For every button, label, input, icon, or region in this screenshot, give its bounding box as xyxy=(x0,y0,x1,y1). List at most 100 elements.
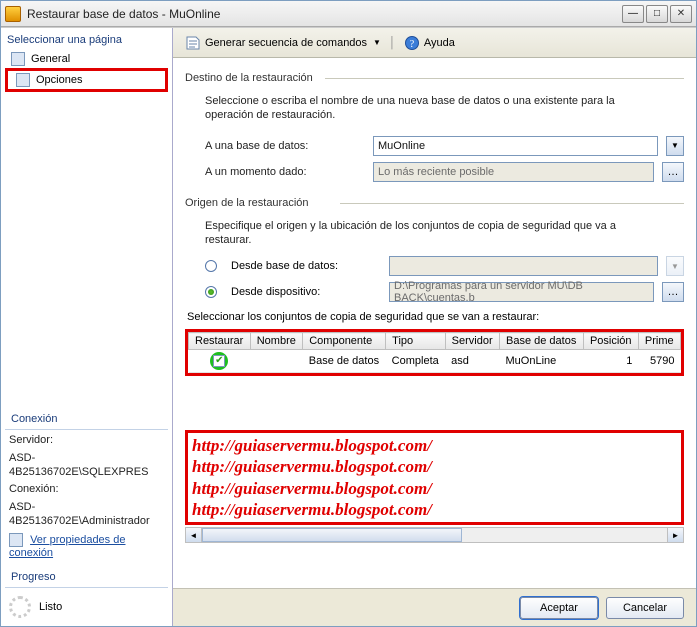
highlight-opciones: Opciones xyxy=(5,68,168,92)
sidebar-header: Seleccionar una página xyxy=(1,30,172,50)
col-restaurar[interactable]: Restaurar xyxy=(189,333,251,350)
to-database-dropdown-button[interactable]: ▼ xyxy=(666,136,684,156)
dropdown-arrow-icon: ▼ xyxy=(373,38,381,47)
help-button[interactable]: ? Ayuda xyxy=(400,33,459,53)
sidebar-item-general[interactable]: General xyxy=(1,50,172,68)
col-prime[interactable]: Prime xyxy=(638,333,680,350)
to-database-row: A una base de datos: MuOnline ▼ xyxy=(185,133,684,159)
progress-spinner-icon xyxy=(9,596,31,618)
chevron-down-icon: ▼ xyxy=(671,141,679,150)
watermark-line: http://guiaservermu.blogspot.com/ xyxy=(192,499,677,520)
col-servidor[interactable]: Servidor xyxy=(445,333,499,350)
content-area: Destino de la restauración Seleccione o … xyxy=(173,58,696,588)
cell-posicion: 1 xyxy=(583,350,638,373)
from-device-label: Desde dispositivo: xyxy=(231,286,381,298)
close-button[interactable]: ✕ xyxy=(670,5,692,23)
sidebar-item-label: General xyxy=(31,53,70,65)
cancel-button[interactable]: Cancelar xyxy=(606,597,684,619)
backup-sets-label: Seleccionar los conjuntos de copia de se… xyxy=(185,305,684,327)
scroll-thumb[interactable] xyxy=(202,528,462,542)
to-database-combo[interactable]: MuOnline xyxy=(373,136,658,156)
sidebar-item-opciones[interactable]: Opciones xyxy=(12,71,161,89)
col-posicion[interactable]: Posición xyxy=(583,333,638,350)
from-device-radio[interactable] xyxy=(205,286,217,298)
connection-props-row: Ver propiedades de conexión xyxy=(1,531,172,563)
script-icon xyxy=(185,35,201,51)
from-device-browse-button[interactable]: … xyxy=(662,282,684,302)
cell-bd: MuOnLine xyxy=(500,350,584,373)
cell-componente: Base de datos xyxy=(303,350,386,373)
watermark-annotation: http://guiaservermu.blogspot.com/ http:/… xyxy=(185,430,684,525)
progress-section-title: Progreso xyxy=(5,567,168,588)
cell-servidor: asd xyxy=(445,350,499,373)
destination-group-title: Destino de la restauración xyxy=(185,72,684,84)
cell-prime: 5790 xyxy=(638,350,680,373)
from-database-row: Desde base de datos: ▼ xyxy=(185,253,684,279)
from-device-value: D:\Programas para un servidor MU\DB BACK… xyxy=(394,280,649,304)
backup-sets-table: Restaurar Nombre Componente Tipo Servido… xyxy=(188,332,681,373)
from-device-field: D:\Programas para un servidor MU\DB BACK… xyxy=(389,282,654,302)
col-componente[interactable]: Componente xyxy=(303,333,386,350)
script-button[interactable]: Generar secuencia de comandos ▼ xyxy=(181,33,385,53)
col-basedatos[interactable]: Base de datos xyxy=(500,333,584,350)
server-label: Servidor: xyxy=(1,432,172,450)
col-nombre[interactable]: Nombre xyxy=(250,333,303,350)
point-in-time-browse-button[interactable]: … xyxy=(662,162,684,182)
watermark-line: http://guiaservermu.blogspot.com/ xyxy=(192,456,677,477)
properties-icon xyxy=(9,533,23,547)
sidebar-spacer xyxy=(1,92,172,405)
point-in-time-value: Lo más reciente posible xyxy=(378,166,494,178)
backup-sets-table-highlight: Restaurar Nombre Componente Tipo Servido… xyxy=(185,329,684,376)
minimize-button[interactable]: — xyxy=(622,5,644,23)
help-icon: ? xyxy=(404,35,420,51)
page-icon xyxy=(16,73,30,87)
from-database-label: Desde base de datos: xyxy=(231,260,381,272)
source-desc: Especifique el origen y la ubicación de … xyxy=(185,215,684,254)
horizontal-scrollbar[interactable]: ◄ ► xyxy=(185,527,684,543)
from-database-radio[interactable] xyxy=(205,260,217,272)
view-connection-properties-link[interactable]: Ver propiedades de conexión xyxy=(9,534,125,560)
cancel-label: Cancelar xyxy=(623,602,667,614)
maximize-button[interactable]: □ xyxy=(646,5,668,23)
window-title: Restaurar base de datos - MuOnline xyxy=(27,7,622,21)
to-database-label: A una base de datos: xyxy=(205,140,365,152)
restore-checkbox[interactable] xyxy=(213,355,225,367)
scroll-track[interactable] xyxy=(202,528,667,542)
connection-section-title: Conexión xyxy=(5,409,168,430)
svg-text:?: ? xyxy=(410,39,415,50)
watermark-line: http://guiaservermu.blogspot.com/ xyxy=(192,478,677,499)
ok-button[interactable]: Aceptar xyxy=(520,597,598,619)
main-pane: Generar secuencia de comandos ▼ │ ? Ayud… xyxy=(173,28,696,626)
titlebar: Restaurar base de datos - MuOnline — □ ✕ xyxy=(1,1,696,27)
script-label: Generar secuencia de comandos xyxy=(205,37,367,49)
server-value: ASD-4B25136702E\SQLEXPRES xyxy=(1,450,172,482)
scroll-right-button[interactable]: ► xyxy=(667,528,683,542)
chevron-down-icon: ▼ xyxy=(671,262,679,271)
connection-label: Conexión: xyxy=(1,481,172,499)
point-in-time-row: A un momento dado: Lo más reciente posib… xyxy=(185,159,684,185)
dialog-body: Seleccionar una página General Opciones … xyxy=(1,27,696,626)
connection-value: ASD-4B25136702E\Administrador xyxy=(1,499,172,531)
table-header-row: Restaurar Nombre Componente Tipo Servido… xyxy=(189,333,681,350)
sidebar-item-label: Opciones xyxy=(36,74,82,86)
col-tipo[interactable]: Tipo xyxy=(386,333,446,350)
from-database-dropdown-button: ▼ xyxy=(666,256,684,276)
toolbar: Generar secuencia de comandos ▼ │ ? Ayud… xyxy=(173,28,696,58)
chevron-right-icon: ► xyxy=(672,531,680,540)
table-row[interactable]: Base de datos Completa asd MuOnLine 1 57… xyxy=(189,350,681,373)
ellipsis-icon: … xyxy=(668,166,679,178)
from-device-row: Desde dispositivo: D:\Programas para un … xyxy=(185,279,684,305)
source-group-title: Origen de la restauración xyxy=(185,197,684,209)
destination-desc: Seleccione o escriba el nombre de una nu… xyxy=(185,90,684,133)
point-in-time-field: Lo más reciente posible xyxy=(373,162,654,182)
app-icon xyxy=(5,6,21,22)
progress-row: Listo xyxy=(1,590,172,624)
watermark-line: http://guiaservermu.blogspot.com/ xyxy=(192,435,677,456)
page-icon xyxy=(11,52,25,66)
cell-restore-checkbox xyxy=(189,350,251,373)
progress-status: Listo xyxy=(39,601,62,613)
to-database-value: MuOnline xyxy=(378,140,425,152)
separator: │ xyxy=(389,37,396,49)
scroll-left-button[interactable]: ◄ xyxy=(186,528,202,542)
from-database-combo xyxy=(389,256,658,276)
